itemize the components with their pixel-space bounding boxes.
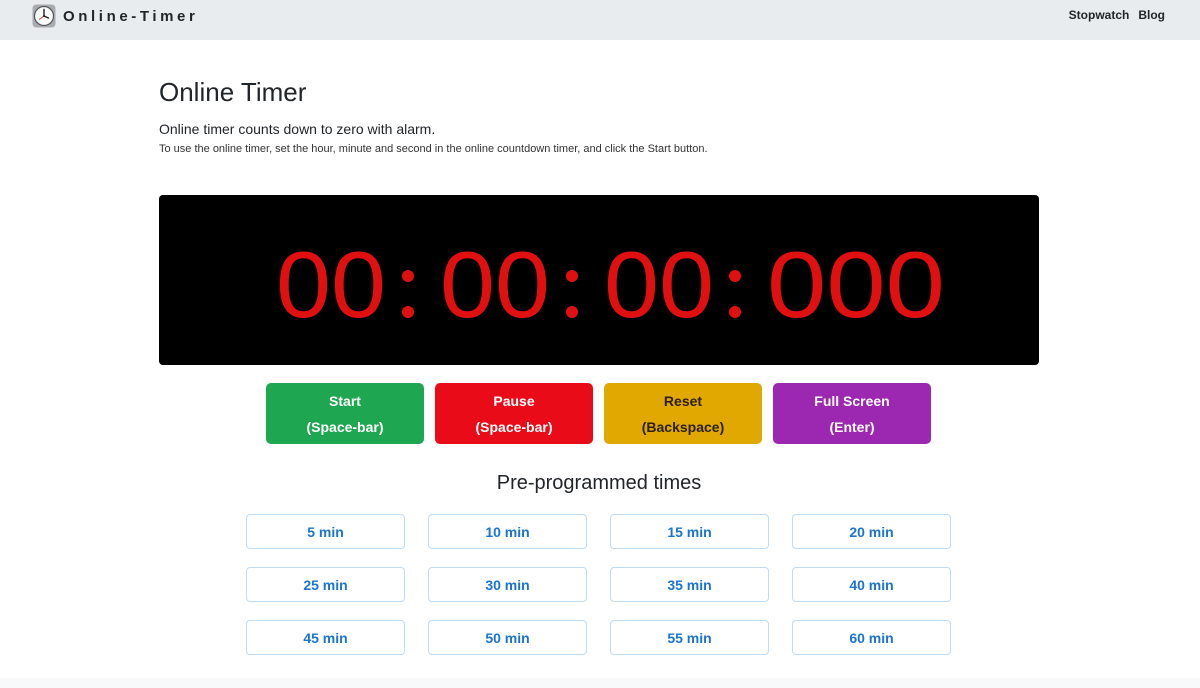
preset-55-min-button[interactable]: 55 min bbox=[610, 620, 769, 655]
reset-button-key: (Backspace) bbox=[641, 418, 725, 435]
preset-25-min-button[interactable]: 25 min bbox=[246, 567, 405, 602]
timer-digits: 00 00 00 000 bbox=[276, 232, 945, 337]
timer-controls: Start (Space-bar) Pause (Space-bar) Rese… bbox=[266, 383, 931, 444]
preset-5-min-button[interactable]: 5 min bbox=[246, 514, 405, 549]
pause-button[interactable]: Pause (Space-bar) bbox=[435, 383, 593, 444]
preset-40-min-button[interactable]: 40 min bbox=[792, 567, 951, 602]
page-title: Online Timer bbox=[159, 77, 307, 107]
preset-35-min-button[interactable]: 35 min bbox=[610, 567, 769, 602]
preset-15-min-button[interactable]: 15 min bbox=[610, 514, 769, 549]
preset-60-min-button[interactable]: 60 min bbox=[792, 620, 951, 655]
nav-link-blog[interactable]: Blog bbox=[1138, 8, 1165, 22]
preset-45-min-button[interactable]: 45 min bbox=[246, 620, 405, 655]
navbar: Online-Timer Stopwatch Blog bbox=[0, 0, 1200, 40]
clock-icon bbox=[32, 4, 56, 28]
timer-seconds: 00 bbox=[604, 232, 714, 337]
nav-links: Stopwatch Blog bbox=[1069, 8, 1165, 22]
reset-button-label: Reset bbox=[663, 392, 703, 409]
nav-link-stopwatch[interactable]: Stopwatch bbox=[1069, 8, 1130, 22]
start-button-key: (Space-bar) bbox=[306, 418, 384, 435]
brand-link[interactable]: Online-Timer bbox=[32, 3, 198, 29]
start-button-label: Start bbox=[329, 392, 361, 409]
timer-minutes: 00 bbox=[440, 232, 550, 337]
preset-grid: 5 min 10 min 15 min 20 min 25 min 30 min… bbox=[246, 514, 951, 655]
start-button[interactable]: Start (Space-bar) bbox=[266, 383, 424, 444]
presets-title: Pre-programmed times bbox=[496, 472, 702, 494]
preset-30-min-button[interactable]: 30 min bbox=[428, 567, 587, 602]
pause-button-label: Pause bbox=[493, 392, 535, 409]
pause-button-key: (Space-bar) bbox=[475, 418, 553, 435]
fullscreen-button-label: Full Screen bbox=[814, 392, 890, 409]
brand-name: Online-Timer bbox=[63, 7, 199, 25]
reset-button[interactable]: Reset (Backspace) bbox=[604, 383, 762, 444]
timer-display: 00 00 00 000 bbox=[159, 195, 1039, 365]
page-instructions: To use the online timer, set the hour, m… bbox=[159, 143, 708, 155]
fullscreen-button-key: (Enter) bbox=[829, 418, 875, 435]
preset-20-min-button[interactable]: 20 min bbox=[792, 514, 951, 549]
timer-hours: 00 bbox=[276, 232, 386, 337]
timer-milliseconds: 000 bbox=[767, 232, 945, 337]
fullscreen-button[interactable]: Full Screen (Enter) bbox=[773, 383, 931, 444]
footer-strip bbox=[0, 678, 1200, 688]
page-lead: Online timer counts down to zero with al… bbox=[159, 121, 436, 137]
preset-10-min-button[interactable]: 10 min bbox=[428, 514, 587, 549]
preset-50-min-button[interactable]: 50 min bbox=[428, 620, 587, 655]
